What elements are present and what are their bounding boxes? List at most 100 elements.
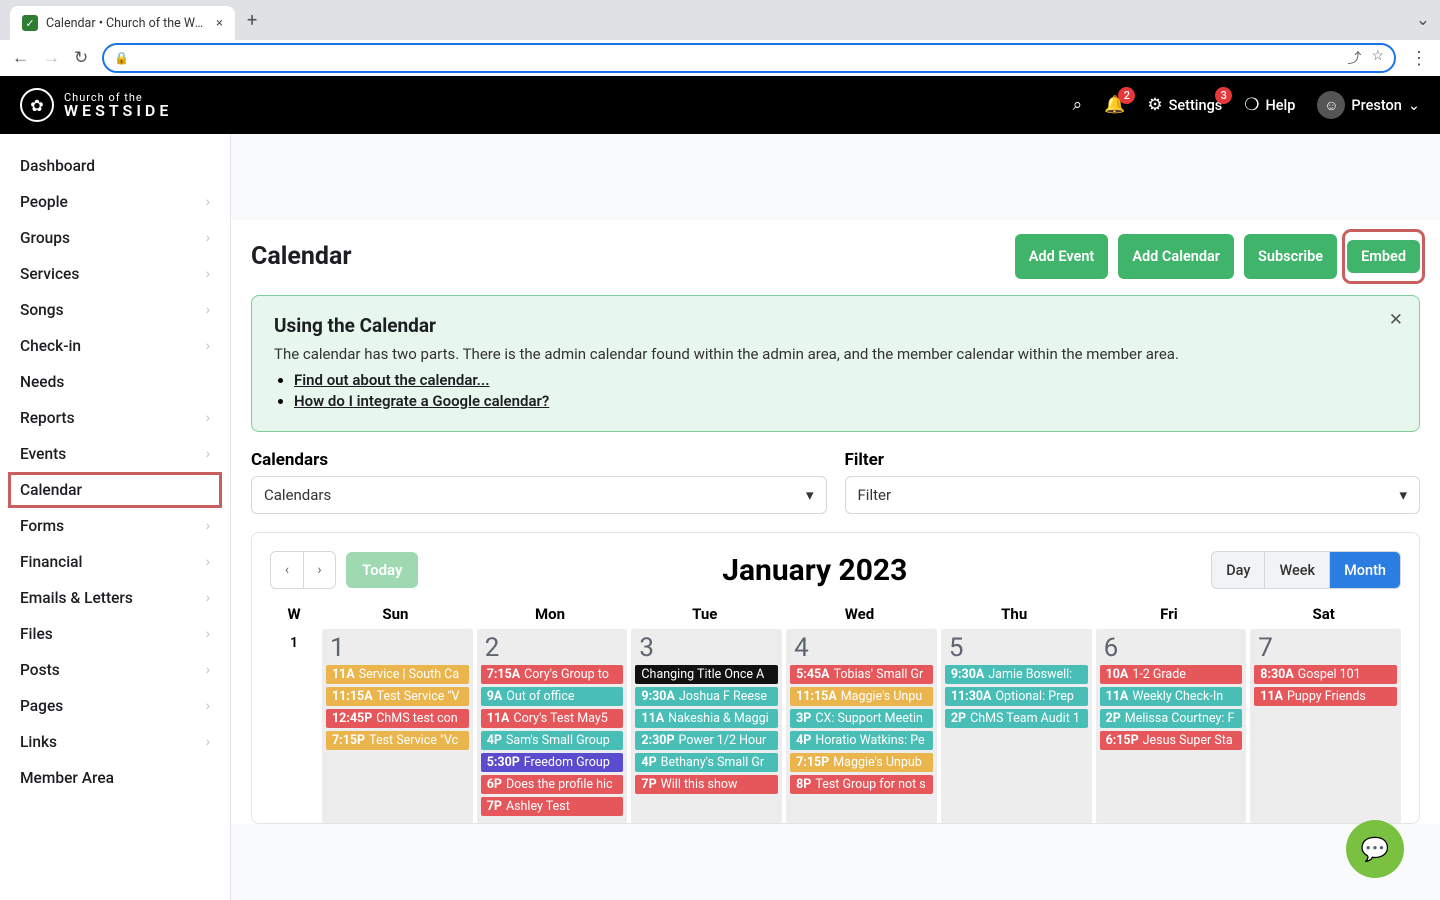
notifications-button[interactable]: 🔔 2 bbox=[1104, 95, 1125, 115]
sidebar-item-files[interactable]: Files› bbox=[0, 616, 230, 652]
sidebar-item-forms[interactable]: Forms› bbox=[0, 508, 230, 544]
reload-button[interactable]: ↻ bbox=[74, 48, 88, 68]
browser-tab[interactable]: ✓ Calendar • Church of the West × bbox=[10, 6, 235, 40]
sidebar-item-calendar[interactable]: Calendar bbox=[8, 472, 222, 508]
add-event-button[interactable]: Add Event bbox=[1015, 234, 1109, 279]
bookmark-icon[interactable]: ☆ bbox=[1371, 48, 1384, 68]
prev-month-button[interactable]: ‹ bbox=[271, 552, 303, 588]
calendar-event[interactable]: 11AWeekly Check-In bbox=[1100, 687, 1243, 706]
today-button[interactable]: Today bbox=[346, 552, 418, 588]
info-link-calendar[interactable]: Find out about the calendar... bbox=[294, 371, 489, 389]
day-number: 3 bbox=[635, 633, 778, 665]
sidebar-item-dashboard[interactable]: Dashboard bbox=[0, 148, 230, 184]
sidebar-item-posts[interactable]: Posts› bbox=[0, 652, 230, 688]
calendar-event[interactable]: 11APuppy Friends bbox=[1254, 687, 1397, 706]
view-toggle: Day Week Month bbox=[1211, 551, 1401, 589]
calendar-event[interactable]: 7:15PMaggie's Unpub bbox=[790, 753, 933, 772]
calendar-event[interactable]: 5:45ATobias' Small Gr bbox=[790, 665, 933, 684]
calendar-event[interactable]: 9AOut of office bbox=[481, 687, 624, 706]
close-info-icon[interactable]: ✕ bbox=[1389, 310, 1403, 330]
sidebar-item-links[interactable]: Links› bbox=[0, 724, 230, 760]
day-cell[interactable]: 78:30AGospel 10111APuppy Friends bbox=[1250, 629, 1401, 823]
sidebar-item-emails-letters[interactable]: Emails & Letters› bbox=[0, 580, 230, 616]
calendar-event[interactable]: 7PWill this show bbox=[635, 775, 778, 794]
calendar-event[interactable]: 11:15AMaggie's Unpu bbox=[790, 687, 933, 706]
month-nav: ‹ › bbox=[270, 551, 336, 589]
settings-badge: 3 bbox=[1215, 87, 1232, 104]
sidebar-item-services[interactable]: Services› bbox=[0, 256, 230, 292]
sidebar-item-events[interactable]: Events› bbox=[0, 436, 230, 472]
close-tab-icon[interactable]: × bbox=[216, 16, 223, 31]
add-calendar-button[interactable]: Add Calendar bbox=[1118, 234, 1234, 279]
site-logo[interactable]: ✿ Church of the WESTSIDE bbox=[20, 88, 172, 122]
sidebar-item-needs[interactable]: Needs bbox=[0, 364, 230, 400]
view-month-button[interactable]: Month bbox=[1329, 552, 1400, 588]
calendar-event[interactable]: 6PDoes the profile hic bbox=[481, 775, 624, 794]
browser-menu-icon[interactable]: ⋮ bbox=[1410, 48, 1428, 69]
calendar-event[interactable]: 11AService | South Ca bbox=[326, 665, 469, 684]
sidebar-item-check-in[interactable]: Check-in› bbox=[0, 328, 230, 364]
notifications-badge: 2 bbox=[1118, 87, 1135, 104]
calendar-event[interactable]: 3PCX: Support Meetin bbox=[790, 709, 933, 728]
sidebar-item-groups[interactable]: Groups› bbox=[0, 220, 230, 256]
next-month-button[interactable]: › bbox=[303, 552, 335, 588]
subscribe-button[interactable]: Subscribe bbox=[1244, 234, 1337, 279]
calendar-event[interactable]: 12:45PChMS test con bbox=[326, 709, 469, 728]
address-bar[interactable]: 🔒 ⤴ ☆ bbox=[102, 43, 1396, 73]
user-menu[interactable]: ☺ Preston ⌄ bbox=[1317, 91, 1420, 119]
calendar-event[interactable]: 9:30AJamie Boswell: bbox=[945, 665, 1088, 684]
day-cell[interactable]: 3Changing Title Once A 9:30AJoshua F Rees… bbox=[631, 629, 782, 823]
calendar-event[interactable]: 11ANakeshia & Maggi bbox=[635, 709, 778, 728]
sidebar-item-financial[interactable]: Financial› bbox=[0, 544, 230, 580]
sidebar-item-reports[interactable]: Reports› bbox=[0, 400, 230, 436]
sidebar-item-people[interactable]: People› bbox=[0, 184, 230, 220]
chevron-right-icon: › bbox=[206, 590, 210, 606]
help-button[interactable]: ❍ Help bbox=[1244, 95, 1295, 115]
calendar-event[interactable]: 2PChMS Team Audit 1 bbox=[945, 709, 1088, 728]
sidebar-item-member-area[interactable]: Member Area bbox=[0, 760, 230, 796]
info-link-google[interactable]: How do I integrate a Google calendar? bbox=[294, 392, 549, 410]
chat-fab[interactable]: 💬 bbox=[1346, 820, 1404, 878]
calendar-event[interactable]: Changing Title Once A bbox=[635, 665, 778, 684]
calendar-event[interactable]: 7:15PTest Service "Vc bbox=[326, 731, 469, 750]
calendar-event[interactable]: 6:15PJesus Super Sta bbox=[1100, 731, 1243, 750]
back-button[interactable]: ← bbox=[12, 48, 29, 68]
main-area: Calendar Add Event Add Calendar Subscrib… bbox=[231, 134, 1440, 900]
calendar-event[interactable]: 4PBethany's Small Gr bbox=[635, 753, 778, 772]
sidebar-item-songs[interactable]: Songs› bbox=[0, 292, 230, 328]
calendars-dropdown[interactable]: Calendars▾ bbox=[251, 476, 827, 514]
view-week-button[interactable]: Week bbox=[1264, 552, 1329, 588]
sidebar-item-label: Groups bbox=[20, 229, 70, 247]
page-title: Calendar bbox=[251, 242, 351, 271]
calendar-event[interactable]: 8:30AGospel 101 bbox=[1254, 665, 1397, 684]
day-cell[interactable]: 111AService | South Ca11:15ATest Service… bbox=[322, 629, 473, 823]
day-cell[interactable]: 45:45ATobias' Small Gr11:15AMaggie's Unp… bbox=[786, 629, 937, 823]
calendar-event[interactable]: 4PSam's Small Group bbox=[481, 731, 624, 750]
view-day-button[interactable]: Day bbox=[1212, 552, 1264, 588]
calendar-event[interactable]: 11:15ATest Service "V bbox=[326, 687, 469, 706]
tab-list-dropdown-icon[interactable]: ⌄ bbox=[1416, 10, 1430, 30]
share-icon[interactable]: ⤴ bbox=[1347, 48, 1361, 68]
embed-button[interactable]: Embed bbox=[1347, 240, 1420, 273]
day-cell[interactable]: 59:30AJamie Boswell:11:30AOptional: Prep… bbox=[941, 629, 1092, 823]
calendar-event[interactable]: 7PAshley Test bbox=[481, 797, 624, 816]
calendar-event[interactable]: 11ACory's Test May5 bbox=[481, 709, 624, 728]
sidebar-item-pages[interactable]: Pages› bbox=[0, 688, 230, 724]
calendar-event[interactable]: 2:30PPower 1/2 Hour bbox=[635, 731, 778, 750]
calendar-event[interactable]: 7:15ACory's Group to bbox=[481, 665, 624, 684]
day-cell[interactable]: 27:15ACory's Group to9AOut of office11AC… bbox=[477, 629, 628, 823]
caret-icon: ▾ bbox=[1399, 486, 1407, 504]
calendar-event[interactable]: 10A1-2 Grade bbox=[1100, 665, 1243, 684]
calendar-event[interactable]: 2PMelissa Courtney: F bbox=[1100, 709, 1243, 728]
calendar-event[interactable]: 11:30AOptional: Prep bbox=[945, 687, 1088, 706]
calendar-event[interactable]: 9:30AJoshua F Reese bbox=[635, 687, 778, 706]
new-tab-button[interactable]: + bbox=[247, 10, 257, 31]
day-cell[interactable]: 610A1-2 Grade11AWeekly Check-In2PMelissa… bbox=[1096, 629, 1247, 823]
forward-button: → bbox=[43, 48, 60, 68]
calendar-event[interactable]: 5:30PFreedom Group bbox=[481, 753, 624, 772]
search-button[interactable]: ⌕ bbox=[1073, 95, 1083, 115]
calendar-event[interactable]: 4PHoratio Watkins: Pe bbox=[790, 731, 933, 750]
settings-button[interactable]: ⚙ Settings 3 bbox=[1147, 95, 1222, 115]
calendar-event[interactable]: 8PTest Group for not s bbox=[790, 775, 933, 794]
filter-dropdown[interactable]: Filter▾ bbox=[845, 476, 1421, 514]
